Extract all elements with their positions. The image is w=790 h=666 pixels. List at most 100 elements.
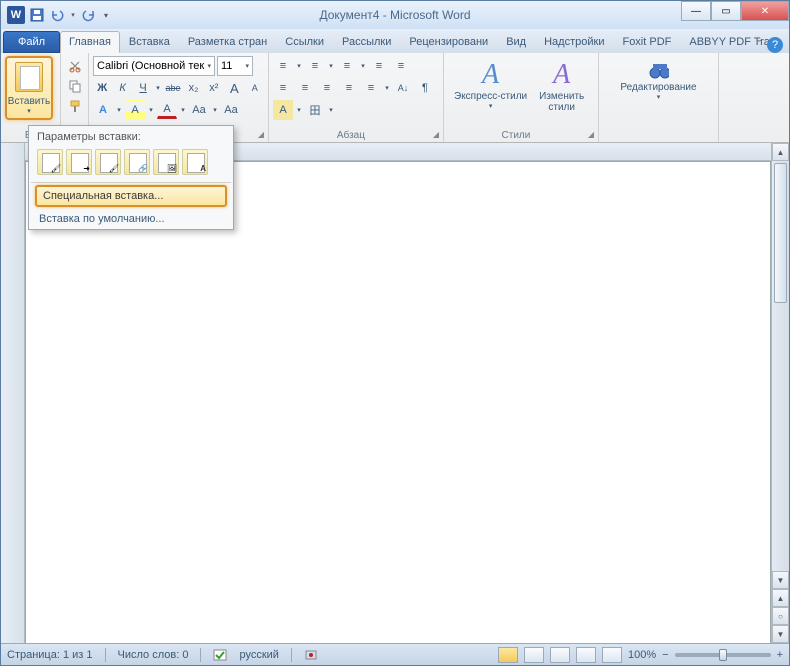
paste-picture-button[interactable]: 🖼: [153, 149, 179, 175]
paragraph-dialog-icon[interactable]: ◢: [433, 130, 443, 139]
highlight-dropdown-icon[interactable]: ▾: [147, 100, 155, 120]
close-button[interactable]: ✕: [741, 1, 789, 21]
undo-dropdown-icon[interactable]: ▾: [69, 7, 77, 23]
spacing-dropdown-icon[interactable]: ▾: [383, 78, 391, 98]
paste-special-menu-item[interactable]: Специальная вставка...: [35, 185, 227, 207]
tab-view[interactable]: Вид: [497, 31, 535, 53]
paste-merge-button[interactable]: ➜: [66, 149, 92, 175]
copy-icon[interactable]: [65, 76, 85, 96]
justify-button[interactable]: ≡: [339, 78, 359, 98]
view-web-button[interactable]: [550, 647, 570, 663]
numbering-dropdown-icon[interactable]: ▾: [327, 56, 335, 76]
tab-mailings[interactable]: Рассылки: [333, 31, 400, 53]
grow-font-button[interactable]: A: [225, 78, 243, 98]
bullets-dropdown-icon[interactable]: ▾: [295, 56, 303, 76]
align-right-button[interactable]: ≡: [317, 78, 337, 98]
underline-dropdown-icon[interactable]: ▾: [154, 78, 161, 98]
paste-keep-source-button[interactable]: 🖌: [37, 149, 63, 175]
bold-button[interactable]: Ж: [93, 78, 111, 98]
shading-dropdown-icon[interactable]: ▾: [295, 100, 303, 120]
tab-review[interactable]: Рецензировани: [400, 31, 497, 53]
numbering-button[interactable]: ≡: [305, 56, 325, 76]
save-icon[interactable]: [29, 7, 45, 23]
quick-styles-button[interactable]: A Экспресс-стили ▾: [448, 59, 533, 110]
view-outline-button[interactable]: [576, 647, 596, 663]
text-effects-button[interactable]: A: [93, 100, 113, 120]
font-size-combo[interactable]: 11▾: [217, 56, 253, 76]
paste-button[interactable]: Вставить ▾: [5, 56, 53, 120]
tab-insert[interactable]: Вставка: [120, 31, 179, 53]
highlight-button[interactable]: A: [125, 100, 145, 120]
font-color-dropdown-icon[interactable]: ▾: [179, 100, 187, 120]
borders-dropdown-icon[interactable]: ▾: [327, 100, 335, 120]
prev-page-button[interactable]: ▲: [772, 589, 789, 607]
multilevel-dropdown-icon[interactable]: ▾: [359, 56, 367, 76]
tab-addins[interactable]: Надстройки: [535, 31, 613, 53]
line-spacing-button[interactable]: ≡: [361, 78, 381, 98]
font-color-button[interactable]: A: [157, 101, 177, 119]
strikethrough-button[interactable]: abe: [164, 78, 182, 98]
zoom-in-button[interactable]: +: [777, 649, 783, 661]
paste-link-button[interactable]: 🔗: [124, 149, 150, 175]
qat-customize-icon[interactable]: ▾: [101, 7, 111, 23]
view-print-layout-button[interactable]: [498, 647, 518, 663]
tab-home[interactable]: Главная: [60, 31, 120, 53]
font-name-combo[interactable]: Calibri (Основной тек▾: [93, 56, 215, 76]
decrease-indent-button[interactable]: ≡: [369, 56, 389, 76]
bullets-button[interactable]: ≡: [273, 56, 293, 76]
align-center-button[interactable]: ≡: [295, 78, 315, 98]
minimize-button[interactable]: —: [681, 1, 711, 21]
status-page[interactable]: Страница: 1 из 1: [7, 649, 93, 661]
change-case-dropdown-icon[interactable]: ▾: [211, 100, 219, 120]
borders-button[interactable]: 田: [305, 100, 325, 120]
shrink-font-button[interactable]: A: [246, 78, 264, 98]
status-macro-icon[interactable]: [304, 648, 318, 662]
cut-icon[interactable]: [65, 56, 85, 76]
sort-button[interactable]: А↓: [393, 78, 413, 98]
scroll-down-button[interactable]: ▼: [772, 571, 789, 589]
paste-default-menu-item[interactable]: Вставка по умолчанию...: [29, 209, 233, 229]
multilevel-button[interactable]: ≡: [337, 56, 357, 76]
redo-icon[interactable]: [81, 7, 97, 23]
underline-button[interactable]: Ч: [134, 78, 152, 98]
maximize-button[interactable]: ▭: [711, 1, 741, 21]
paste-text-only-button[interactable]: A: [182, 149, 208, 175]
collapse-ribbon-icon[interactable]: ˇ: [757, 39, 761, 51]
tab-file[interactable]: Файл: [3, 31, 60, 53]
view-draft-button[interactable]: [602, 647, 622, 663]
subscript-button[interactable]: x₂: [184, 78, 202, 98]
vertical-ruler[interactable]: [1, 143, 25, 643]
status-language[interactable]: русский: [239, 649, 278, 661]
scroll-up-button[interactable]: ▲: [772, 143, 789, 161]
view-fullscreen-button[interactable]: [524, 647, 544, 663]
format-painter-icon[interactable]: [65, 96, 85, 116]
italic-button[interactable]: К: [113, 78, 131, 98]
paste-dropdown-icon[interactable]: ▾: [27, 107, 31, 115]
help-icon[interactable]: ?: [767, 37, 783, 53]
vertical-scrollbar[interactable]: ▲ ▼ ▲ ○ ▼: [771, 143, 789, 643]
change-styles-button[interactable]: A Изменить стили: [533, 59, 590, 113]
scroll-thumb[interactable]: [774, 163, 787, 303]
superscript-button[interactable]: x²: [205, 78, 223, 98]
tab-references[interactable]: Ссылки: [276, 31, 333, 53]
zoom-out-button[interactable]: −: [662, 649, 668, 661]
browse-object-button[interactable]: ○: [772, 607, 789, 625]
clear-formatting-button[interactable]: Aa: [221, 100, 241, 120]
find-button[interactable]: Редактирование ▾: [620, 61, 696, 101]
text-effects-dropdown-icon[interactable]: ▾: [115, 100, 123, 120]
scroll-track[interactable]: [772, 305, 789, 571]
change-case-button[interactable]: Aa: [189, 100, 209, 120]
styles-dialog-icon[interactable]: ◢: [588, 130, 598, 139]
show-marks-button[interactable]: ¶: [415, 78, 435, 98]
zoom-thumb[interactable]: [719, 649, 727, 661]
zoom-slider[interactable]: [675, 653, 771, 657]
increase-indent-button[interactable]: ≡: [391, 56, 411, 76]
zoom-value[interactable]: 100%: [628, 649, 656, 661]
status-word-count[interactable]: Число слов: 0: [118, 649, 189, 661]
shading-button[interactable]: A: [273, 100, 293, 120]
undo-icon[interactable]: [49, 7, 65, 23]
paste-keep-text-button[interactable]: 🖌: [95, 149, 121, 175]
next-page-button[interactable]: ▼: [772, 625, 789, 643]
tab-foxit[interactable]: Foxit PDF: [613, 31, 680, 53]
font-dialog-icon[interactable]: ◢: [258, 130, 268, 139]
